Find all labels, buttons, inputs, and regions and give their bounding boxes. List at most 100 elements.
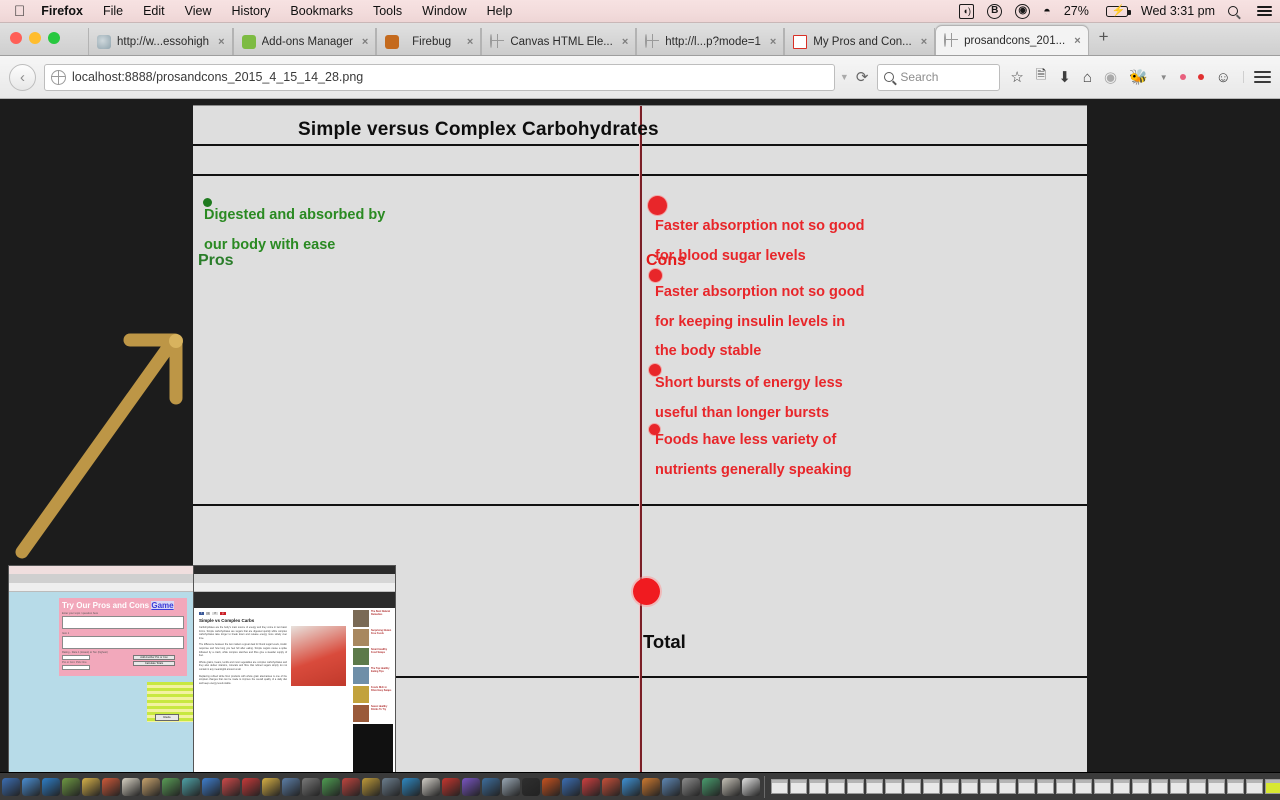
pink-dot-icon[interactable] (1179, 74, 1186, 80)
thumb2-sidebar-item[interactable]: The Best Natural Remedies (353, 610, 393, 627)
dock-app-icon-1[interactable] (22, 777, 40, 796)
dock-app-icon-37[interactable] (742, 777, 760, 796)
zoom-window-button[interactable] (48, 32, 60, 44)
dock-app-icon-35[interactable] (702, 777, 720, 796)
dock-app-icon-7[interactable] (142, 777, 160, 796)
dock-app-icon-16[interactable] (322, 777, 340, 796)
dock-app-icon-4[interactable] (82, 777, 100, 796)
dock-app-icon-3[interactable] (62, 777, 80, 796)
menu-item-bookmarks[interactable]: Bookmarks (290, 4, 353, 18)
chevron-down-icon[interactable]: ▼ (840, 72, 849, 82)
close-icon[interactable]: × (218, 36, 224, 48)
menu-item-firefox[interactable]: Firefox (41, 4, 83, 18)
red-dot-icon[interactable] (1197, 74, 1204, 80)
thumb2-sidebar-item[interactable]: Seven Healthy Drinks To Try (353, 705, 393, 722)
dock-app-icon-29[interactable] (582, 777, 600, 796)
thumb1-redo-button[interactable]: Redo (155, 714, 179, 721)
dock-window-thumbnail-26[interactable] (1265, 779, 1280, 794)
dock-app-icon-9[interactable] (182, 777, 200, 796)
window-traffic-lights[interactable] (10, 32, 60, 44)
dock-window-thumbnail-19[interactable] (1132, 779, 1149, 794)
thumb1-calculate-button[interactable]: Calculate Totals (133, 661, 175, 666)
dock-app-icon-33[interactable] (662, 777, 680, 796)
minimize-window-button[interactable] (29, 32, 41, 44)
home-icon[interactable]: ⌂ (1083, 69, 1092, 86)
thumb1-item-input[interactable] (62, 636, 184, 649)
dock-window-thumbnail-14[interactable] (1037, 779, 1054, 794)
dock-window-thumbnail-0[interactable] (771, 779, 788, 794)
dock-app-icon-34[interactable] (682, 777, 700, 796)
dock-app-icon-21[interactable] (422, 777, 440, 796)
dock-app-icon-19[interactable] (382, 777, 400, 796)
dropdown-caret-icon[interactable]: ▼ (1160, 73, 1168, 82)
dock-app-icon-36[interactable] (722, 777, 740, 796)
dock-window-thumbnail-3[interactable] (828, 779, 845, 794)
dock-window-thumbnail-23[interactable] (1208, 779, 1225, 794)
search-input[interactable]: Search (877, 63, 1001, 91)
menu-item-view[interactable]: View (185, 4, 212, 18)
pocket-icon[interactable]: ◉ (1104, 68, 1117, 86)
menu-bar-clock[interactable]: Wed 3:31 pm (1141, 4, 1215, 18)
dock-app-icon-27[interactable] (542, 777, 560, 796)
dock-window-thumbnail-7[interactable] (904, 779, 921, 794)
tab-0[interactable]: http://w...essohigh × (88, 28, 233, 55)
dock-app-icon-17[interactable] (342, 777, 360, 796)
dock-app-icon-25[interactable] (502, 777, 520, 796)
thumbnail-window-pros-and-cons-game[interactable]: Try Our Pros and Cons Game Enter your to… (8, 565, 198, 772)
dock-app-icon-23[interactable] (462, 777, 480, 796)
dock-window-thumbnail-22[interactable] (1189, 779, 1206, 794)
apple-logo-icon[interactable]:  (14, 4, 25, 19)
bookmark-star-icon[interactable]: ☆ (1010, 68, 1023, 86)
smiley-feedback-icon[interactable]: ☺ (1216, 69, 1231, 86)
reload-icon[interactable]: ⟳ (856, 68, 869, 86)
close-icon[interactable]: × (770, 36, 776, 48)
dock-window-thumbnail-16[interactable] (1075, 779, 1092, 794)
thumb1-rating-select[interactable] (62, 655, 90, 660)
thumb2-sidebar-item[interactable]: Surprising Gluten Free Foods (353, 629, 393, 646)
dock-app-icon-24[interactable] (482, 777, 500, 796)
dock-app-icon-28[interactable] (562, 777, 580, 796)
dock-window-thumbnail-18[interactable] (1113, 779, 1130, 794)
dock-app-icon-14[interactable] (282, 777, 300, 796)
menu-item-history[interactable]: History (232, 4, 271, 18)
url-bar[interactable]: localhost:8888/prosandcons_2015_4_15_14_… (44, 63, 835, 91)
dropbox-icon[interactable]: ◉ (1015, 3, 1031, 19)
dock-app-icon-0[interactable] (2, 777, 20, 796)
close-icon[interactable]: × (362, 36, 368, 48)
dock-app-icon-10[interactable] (202, 777, 220, 796)
dock-app-icon-32[interactable] (642, 777, 660, 796)
menu-item-window[interactable]: Window (422, 4, 466, 18)
dock-window-thumbnail-17[interactable] (1094, 779, 1111, 794)
dock-window-thumbnail-24[interactable] (1227, 779, 1244, 794)
thumb2-share-buttons[interactable]: ftPp (199, 612, 346, 615)
dock-window-thumbnail-21[interactable] (1170, 779, 1187, 794)
dock-app-icon-15[interactable] (302, 777, 320, 796)
thumbnail-window-carbs-article[interactable]: ftPp Simple vs Complex Carbs Carbohydrat… (193, 565, 396, 772)
dock-app-icon-2[interactable] (42, 777, 60, 796)
back-button[interactable]: ‹ (9, 63, 36, 91)
dock-window-thumbnail-1[interactable] (790, 779, 807, 794)
new-tab-button[interactable]: + (1089, 27, 1119, 51)
dock-app-icon-13[interactable] (262, 777, 280, 796)
download-arrow-icon[interactable]: ⬇ (1058, 68, 1071, 86)
firebug-icon[interactable]: 🐝 (1129, 68, 1148, 86)
dock-app-icon-20[interactable] (402, 777, 420, 796)
dock-app-icon-8[interactable] (162, 777, 180, 796)
notification-center-icon[interactable] (1257, 4, 1272, 19)
tab-1[interactable]: Add-ons Manager × (232, 28, 377, 55)
menu-item-file[interactable]: File (103, 4, 123, 18)
dock-app-icon-5[interactable] (102, 777, 120, 796)
dock-app-icon-18[interactable] (362, 777, 380, 796)
dock-window-thumbnail-13[interactable] (1018, 779, 1035, 794)
close-icon[interactable]: × (1074, 35, 1080, 47)
tab-4[interactable]: http://l...p?mode=1 × (636, 28, 785, 55)
airplay-icon[interactable]: ◖) (959, 3, 975, 19)
close-window-button[interactable] (10, 32, 22, 44)
dock-app-icon-26[interactable] (522, 777, 540, 796)
dock-window-thumbnail-6[interactable] (885, 779, 902, 794)
dock-app-icon-6[interactable] (122, 777, 140, 796)
bluetooth-icon[interactable]: B (987, 3, 1003, 19)
close-icon[interactable]: × (467, 36, 473, 48)
dock-window-thumbnail-2[interactable] (809, 779, 826, 794)
menu-item-help[interactable]: Help (487, 4, 513, 18)
